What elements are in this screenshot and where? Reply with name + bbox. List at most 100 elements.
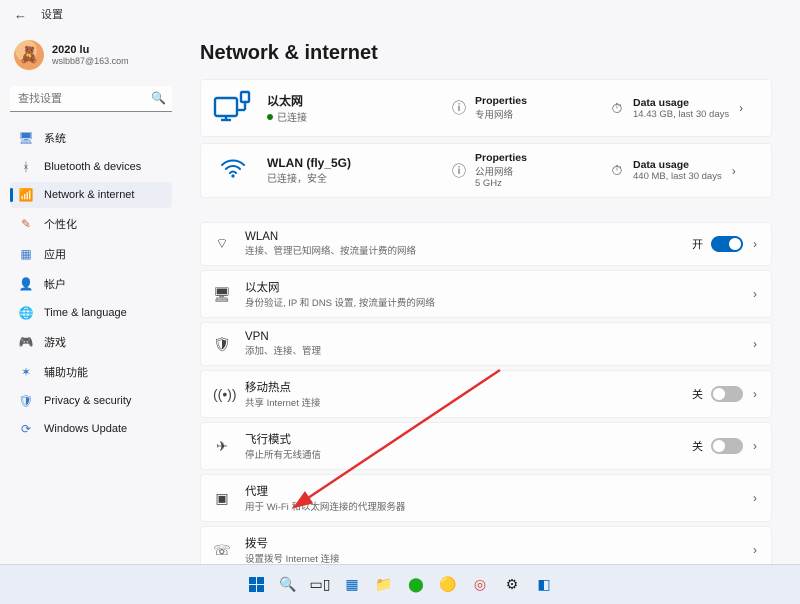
nav-item-3[interactable]: ✎ 个性化 bbox=[10, 210, 172, 238]
wifi-icon: ⌔ bbox=[213, 235, 231, 253]
nav-icon: 🎮 bbox=[18, 335, 34, 349]
nav-icon: 🌐 bbox=[18, 306, 34, 320]
main-content: Network & internet 以太网 已连接 ⓘ Properties专… bbox=[180, 28, 800, 564]
nav-label: 帐户 bbox=[44, 276, 66, 292]
nav-label: 个性化 bbox=[44, 216, 77, 232]
window-title: 设置 bbox=[41, 6, 63, 22]
taskbar[interactable]: 🔍 ▭▯ ▦ 📁 ⬤ 🟡 ◎ ⚙ ◧ bbox=[0, 564, 800, 604]
row-hotspot[interactable]: ((•)) 移动热点共享 Internet 连接 关› bbox=[200, 370, 772, 418]
nav-icon: ▦ bbox=[18, 247, 34, 261]
chevron-right-icon: › bbox=[751, 237, 759, 251]
search-box[interactable]: 🔍 bbox=[10, 86, 172, 112]
info-icon: ⓘ bbox=[451, 161, 467, 181]
nav-item-5[interactable]: 👤 帐户 bbox=[10, 270, 172, 298]
nav-item-2[interactable]: 📶 Network & internet bbox=[10, 182, 172, 208]
nav-label: 辅助功能 bbox=[44, 364, 88, 380]
widgets-icon[interactable]: ▦ bbox=[339, 572, 365, 598]
ethernet-small-icon: 🖥 bbox=[213, 286, 231, 303]
wlan-status: 已连接，安全 bbox=[267, 170, 327, 185]
chevron-right-icon: › bbox=[751, 491, 759, 505]
proxy-icon: ▣ bbox=[213, 490, 231, 507]
chevron-right-icon: › bbox=[751, 337, 759, 351]
row-wlan[interactable]: ⌔ WLAN连接、管理已知网络、按流量计费的网络 开› bbox=[200, 222, 772, 266]
wifi-icon bbox=[213, 158, 253, 184]
taskbar-search-icon[interactable]: 🔍 bbox=[275, 572, 301, 598]
row-airplane[interactable]: ✈ 飞行模式停止所有无线通信 关› bbox=[200, 422, 772, 470]
settings-taskbar-icon[interactable]: ⚙ bbox=[499, 572, 525, 598]
user-block[interactable]: 🧸 2020 lu wslbb87@163.com bbox=[10, 36, 172, 80]
wechat-icon[interactable]: ⬤ bbox=[403, 572, 429, 598]
row-dialup[interactable]: ☏ 拨号设置拨号 Internet 连接 › bbox=[200, 526, 772, 564]
nav-item-6[interactable]: 🌐 Time & language bbox=[10, 300, 172, 326]
app-icon-2[interactable]: ◧ bbox=[531, 572, 557, 598]
nav-item-1[interactable]: ᚼ Bluetooth & devices bbox=[10, 154, 172, 180]
airplane-toggle[interactable] bbox=[711, 438, 743, 454]
nav-item-8[interactable]: ✶ 辅助功能 bbox=[10, 358, 172, 386]
wlan-toggle[interactable] bbox=[711, 236, 743, 252]
chevron-right-icon: › bbox=[751, 543, 759, 557]
explorer-icon[interactable]: 📁 bbox=[371, 572, 397, 598]
nav-item-7[interactable]: 🎮 游戏 bbox=[10, 328, 172, 356]
row-vpn[interactable]: 🛡 VPN添加、连接、管理 › bbox=[200, 322, 772, 366]
ethernet-properties[interactable]: ⓘ Properties专用网络 bbox=[451, 95, 595, 121]
nav-label: 游戏 bbox=[44, 334, 66, 350]
nav-label: Privacy & security bbox=[44, 395, 131, 407]
row-ethernet[interactable]: 🖥 以太网身份验证, IP 和 DNS 设置, 按流量计费的网络 › bbox=[200, 270, 772, 318]
info-icon: ⓘ bbox=[451, 98, 467, 118]
wlan-properties[interactable]: ⓘ Properties公用网络5 GHz bbox=[451, 152, 595, 189]
search-icon: 🔍 bbox=[151, 91, 166, 105]
nav-icon: ✎ bbox=[18, 217, 34, 231]
hotspot-toggle[interactable] bbox=[711, 386, 743, 402]
connected-dot bbox=[267, 114, 273, 120]
nav-list: 🖥 系统 ᚼ Bluetooth & devices 📶 Network & intern… bbox=[10, 124, 172, 442]
search-input[interactable] bbox=[10, 86, 172, 112]
nav-icon: ✶ bbox=[18, 365, 34, 379]
ethernet-status: 已连接 bbox=[277, 109, 307, 124]
start-button[interactable] bbox=[243, 572, 269, 598]
chevron-right-icon: › bbox=[751, 439, 759, 453]
back-button[interactable]: ← bbox=[14, 7, 27, 22]
user-name: 2020 lu bbox=[52, 44, 129, 56]
app-icon-1[interactable]: ◎ bbox=[467, 572, 493, 598]
ethernet-data-usage[interactable]: ⏱ Data usage14.43 GB, last 30 days › bbox=[609, 97, 759, 120]
user-email: wslbb87@163.com bbox=[52, 56, 129, 66]
chevron-right-icon: › bbox=[751, 287, 759, 301]
ethernet-icon bbox=[213, 90, 253, 126]
ethernet-status-card[interactable]: 以太网 已连接 ⓘ Properties专用网络 ⏱ Data usage14.… bbox=[200, 79, 772, 137]
nav-icon: ᚼ bbox=[18, 160, 34, 174]
nav-label: 应用 bbox=[44, 246, 66, 262]
nav-icon: 🖥 bbox=[18, 131, 34, 145]
nav-item-4[interactable]: ▦ 应用 bbox=[10, 240, 172, 268]
chrome-icon[interactable]: 🟡 bbox=[435, 572, 461, 598]
row-proxy[interactable]: ▣ 代理用于 Wi-Fi 和以太网连接的代理服务器 › bbox=[200, 474, 772, 522]
wlan-data-usage[interactable]: ⏱ Data usage440 MB, last 30 days › bbox=[609, 159, 759, 182]
task-view-icon[interactable]: ▭▯ bbox=[307, 572, 333, 598]
nav-label: Time & language bbox=[44, 307, 127, 319]
nav-label: 系统 bbox=[44, 130, 66, 146]
chevron-right-icon: › bbox=[730, 164, 738, 178]
wlan-status-card[interactable]: WLAN (fly_5G) 已连接，安全 ⓘ Properties公用网络5 G… bbox=[200, 143, 772, 198]
airplane-icon: ✈ bbox=[213, 438, 231, 455]
nav-icon: 🛡 bbox=[18, 394, 34, 408]
nav-icon: 📶 bbox=[18, 188, 34, 202]
avatar: 🧸 bbox=[14, 40, 44, 70]
nav-icon: 👤 bbox=[18, 277, 34, 291]
data-usage-icon: ⏱ bbox=[609, 162, 625, 179]
hotspot-icon: ((•)) bbox=[213, 386, 231, 402]
nav-label: Windows Update bbox=[44, 423, 127, 435]
nav-label: Network & internet bbox=[44, 189, 134, 201]
page-title: Network & internet bbox=[200, 42, 772, 65]
chevron-right-icon: › bbox=[751, 387, 759, 401]
nav-icon: ⟳ bbox=[18, 422, 34, 436]
wlan-title: WLAN (fly_5G) bbox=[267, 156, 437, 170]
data-usage-icon: ⏱ bbox=[609, 100, 625, 117]
nav-item-0[interactable]: 🖥 系统 bbox=[10, 124, 172, 152]
nav-label: Bluetooth & devices bbox=[44, 161, 141, 173]
nav-item-10[interactable]: ⟳ Windows Update bbox=[10, 416, 172, 442]
ethernet-title: 以太网 bbox=[267, 92, 437, 109]
vpn-icon: 🛡 bbox=[213, 336, 231, 353]
sidebar: 🧸 2020 lu wslbb87@163.com 🔍 🖥 系统 ᚼ Bluetoot… bbox=[0, 28, 180, 564]
titlebar: ← 设置 bbox=[0, 0, 800, 28]
chevron-right-icon: › bbox=[737, 101, 745, 115]
nav-item-9[interactable]: 🛡 Privacy & security bbox=[10, 388, 172, 414]
